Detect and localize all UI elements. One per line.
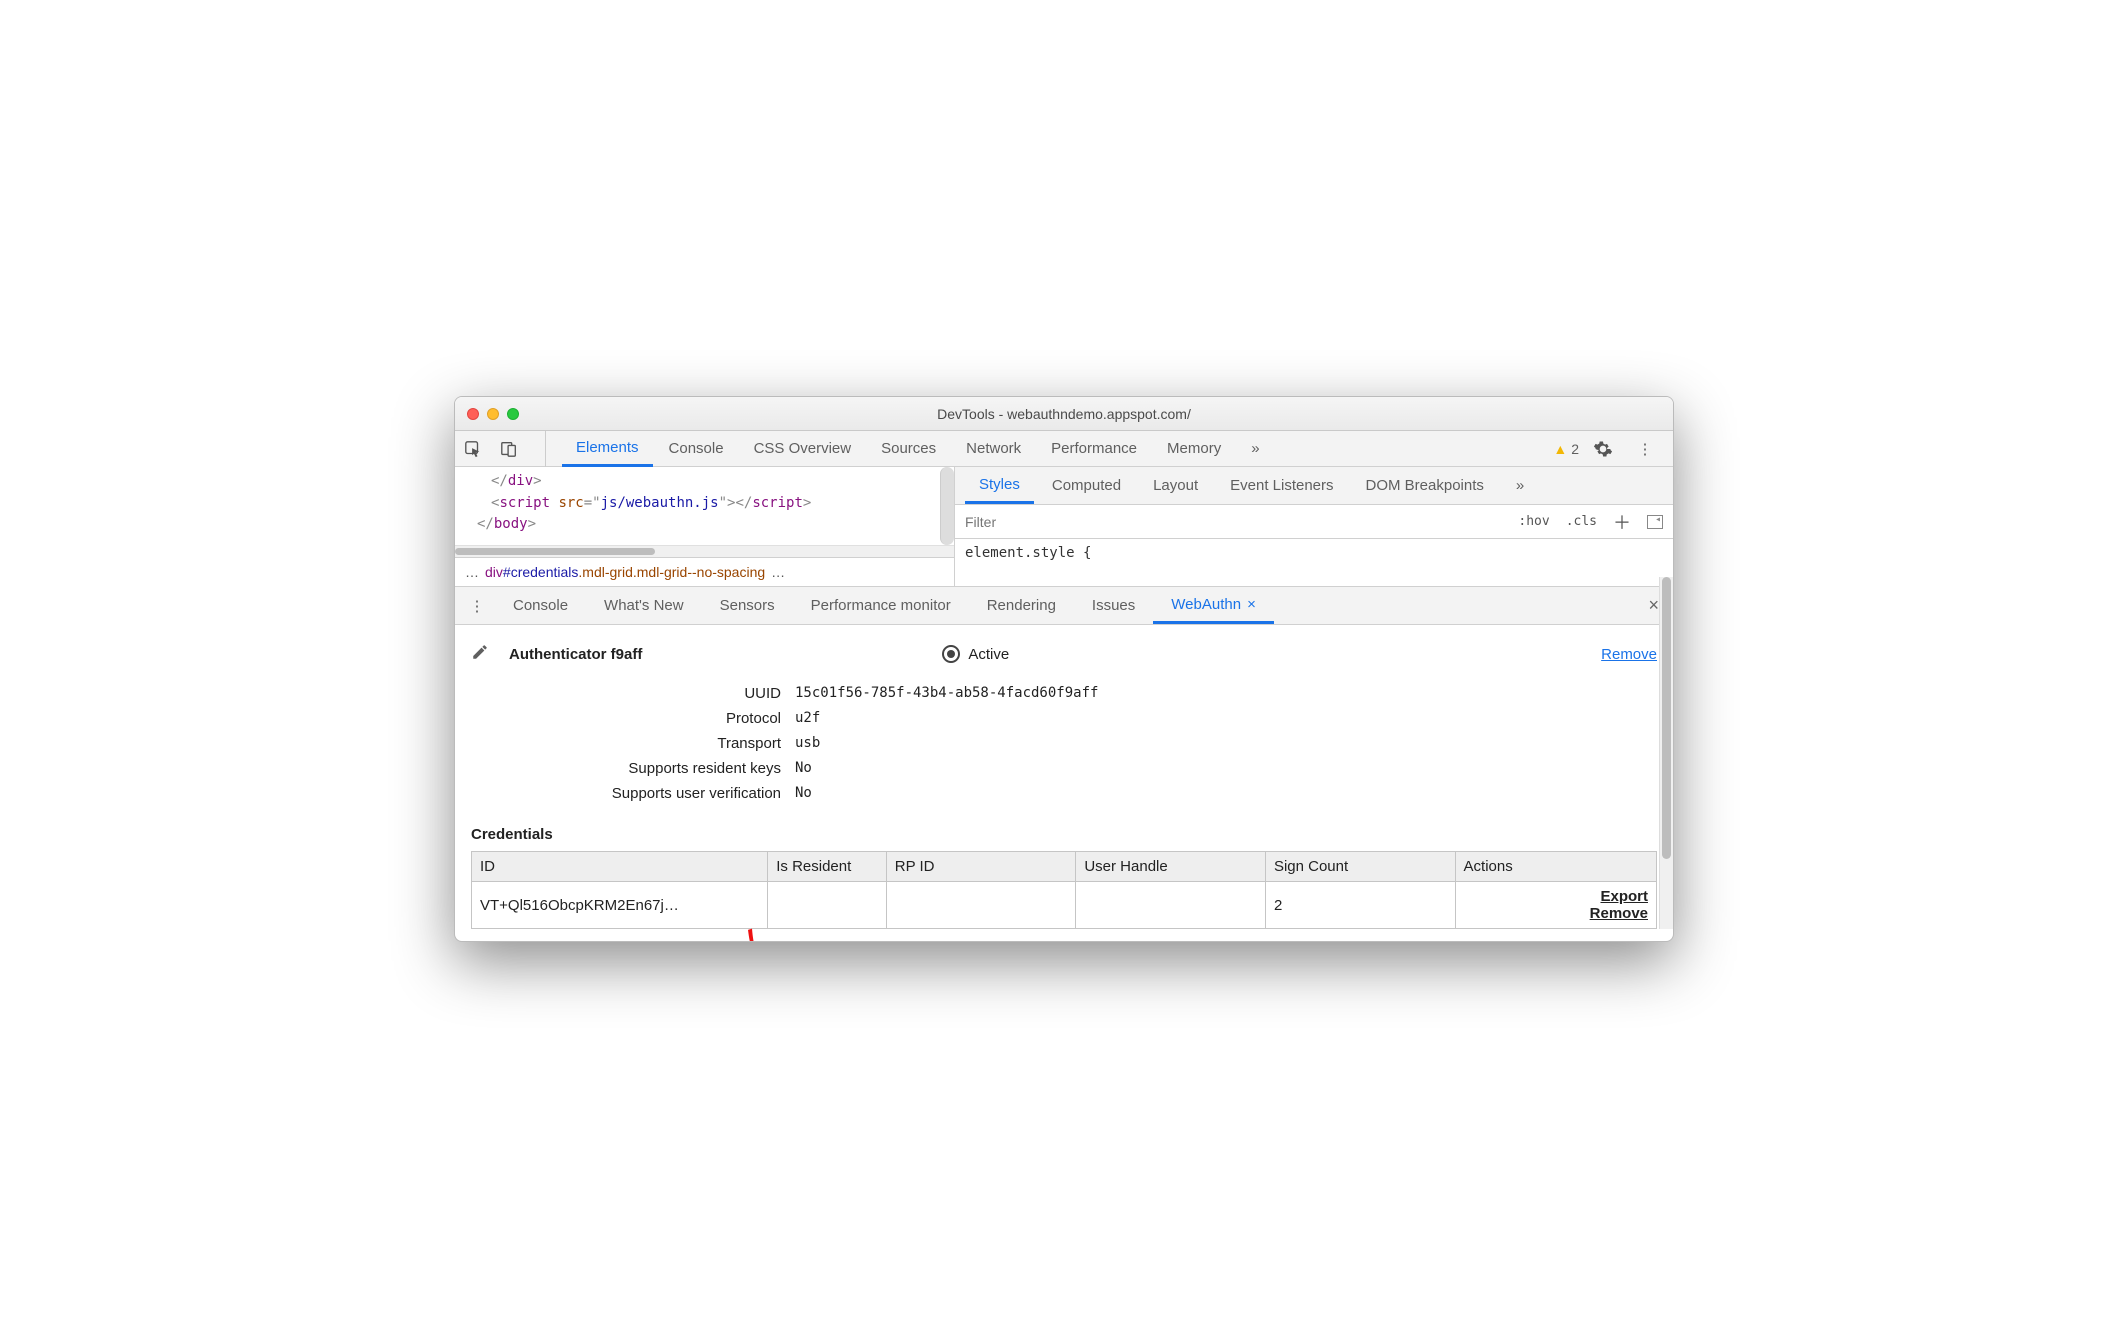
col-sign-count[interactable]: Sign Count	[1265, 852, 1455, 882]
elements-vscroll[interactable]	[940, 467, 954, 545]
styles-tabs-overflow[interactable]: »	[1502, 468, 1538, 504]
remove-authenticator-link[interactable]: Remove	[1601, 646, 1657, 663]
tab-css-overview[interactable]: CSS Overview	[740, 431, 866, 467]
styles-filter-row: :hov .cls ＋	[955, 505, 1673, 539]
tabs-overflow[interactable]: »	[1237, 431, 1273, 467]
transport-label: Transport	[551, 735, 781, 752]
warning-icon: ▲	[1553, 441, 1567, 457]
tab-memory[interactable]: Memory	[1153, 431, 1235, 467]
transport-value: usb	[795, 735, 820, 752]
cred-rp-id	[886, 882, 1076, 929]
tab-performance[interactable]: Performance	[1037, 431, 1151, 467]
drawer-tab-whats-new[interactable]: What's New	[586, 588, 702, 624]
panels-row: </div> <script src="js/webauthn.js"></sc…	[455, 467, 1673, 587]
cred-actions: Export Remove	[1455, 882, 1656, 929]
protocol-value: u2f	[795, 710, 820, 727]
authenticator-header: Authenticator f9aff Active Remove	[471, 643, 1657, 665]
styles-pane: Styles Computed Layout Event Listeners D…	[955, 467, 1673, 586]
main-tabs: Elements Console CSS Overview Sources Ne…	[545, 431, 1553, 467]
active-radio[interactable]: Active	[942, 645, 1009, 663]
element-style-rule[interactable]: element.style {	[955, 539, 1673, 567]
resident-label: Supports resident keys	[551, 760, 781, 777]
col-rp-id[interactable]: RP ID	[886, 852, 1076, 882]
hov-toggle[interactable]: :hov	[1518, 514, 1549, 529]
uuid-label: UUID	[551, 685, 781, 702]
webauthn-panel: Authenticator f9aff Active Remove UUID 15…	[455, 625, 1673, 941]
drawer-more-icon[interactable]: ⋮	[463, 592, 491, 620]
cred-id: VT+Ql516ObcpKRM2En67j…	[472, 882, 768, 929]
drawer-tabbar: ⋮ Console What's New Sensors Performance…	[455, 587, 1673, 625]
resident-value: No	[795, 760, 812, 777]
verify-label: Supports user verification	[551, 785, 781, 802]
main-tabbar: Elements Console CSS Overview Sources Ne…	[455, 431, 1673, 467]
elements-pane: </div> <script src="js/webauthn.js"></sc…	[455, 467, 955, 586]
col-actions[interactable]: Actions	[1455, 852, 1656, 882]
remove-link[interactable]: Remove	[1464, 905, 1648, 922]
window-title: DevTools - webauthndemo.appspot.com/	[455, 406, 1673, 422]
tab-console[interactable]: Console	[655, 431, 738, 467]
drawer-tab-webauthn[interactable]: WebAuthn ×	[1153, 588, 1274, 624]
verify-value: No	[795, 785, 812, 802]
devtools-window: DevTools - webauthndemo.appspot.com/ Ele…	[454, 396, 1674, 942]
col-id[interactable]: ID	[472, 852, 768, 882]
toolbar-right: ▲ 2 ⋮	[1553, 435, 1673, 463]
toggle-sidebar-icon[interactable]	[1647, 515, 1663, 529]
tab-elements[interactable]: Elements	[562, 431, 653, 467]
tab-sources[interactable]: Sources	[867, 431, 950, 467]
new-style-rule-icon[interactable]: ＋	[1613, 509, 1631, 535]
tab-computed[interactable]: Computed	[1038, 468, 1135, 504]
cred-sign-count: 2	[1265, 882, 1455, 929]
edit-icon[interactable]	[471, 643, 489, 665]
authenticator-name: Authenticator f9aff	[509, 646, 642, 663]
elements-hscroll[interactable]	[455, 545, 954, 557]
titlebar: DevTools - webauthndemo.appspot.com/	[455, 397, 1673, 431]
warnings-badge[interactable]: ▲ 2	[1553, 441, 1579, 457]
breadcrumb[interactable]: … div#credentials.mdl-grid.mdl-grid--no-…	[455, 557, 954, 586]
active-label: Active	[968, 646, 1009, 663]
cred-user-handle	[1076, 882, 1266, 929]
drawer-tab-rendering[interactable]: Rendering	[969, 588, 1074, 624]
breadcrumb-next[interactable]: …	[771, 564, 785, 580]
protocol-label: Protocol	[551, 710, 781, 727]
col-is-resident[interactable]: Is Resident	[768, 852, 887, 882]
tab-dom-breakpoints[interactable]: DOM Breakpoints	[1352, 468, 1498, 504]
radio-icon	[942, 645, 960, 663]
settings-icon[interactable]	[1589, 435, 1617, 463]
content-vscroll[interactable]	[1659, 577, 1673, 929]
more-menu-icon[interactable]: ⋮	[1631, 435, 1659, 463]
table-row: VT+Ql516ObcpKRM2En67j… 2 Export Remove	[472, 882, 1657, 929]
cls-toggle[interactable]: .cls	[1566, 514, 1597, 529]
styles-tabbar: Styles Computed Layout Event Listeners D…	[955, 467, 1673, 505]
credentials-table: ID Is Resident RP ID User Handle Sign Co…	[471, 851, 1657, 929]
device-toggle-icon[interactable]	[495, 435, 523, 463]
drawer-tab-issues[interactable]: Issues	[1074, 588, 1153, 624]
breadcrumb-prev[interactable]: …	[465, 564, 479, 580]
credentials-title: Credentials	[471, 826, 1657, 843]
annotation-arrow-icon	[733, 925, 789, 942]
drawer-tab-perf-monitor[interactable]: Performance monitor	[793, 588, 969, 624]
uuid-value: 15c01f56-785f-43b4-ab58-4facd60f9aff	[795, 685, 1098, 702]
styles-filter-input[interactable]	[955, 514, 1518, 530]
export-link[interactable]: Export	[1464, 888, 1648, 905]
table-header-row: ID Is Resident RP ID User Handle Sign Co…	[472, 852, 1657, 882]
warning-count: 2	[1571, 441, 1579, 457]
devtools-body: Elements Console CSS Overview Sources Ne…	[455, 431, 1673, 941]
col-user-handle[interactable]: User Handle	[1076, 852, 1266, 882]
cred-is-resident	[768, 882, 887, 929]
drawer-tab-console[interactable]: Console	[495, 588, 586, 624]
tab-styles[interactable]: Styles	[965, 468, 1034, 504]
drawer-tabs: Console What's New Sensors Performance m…	[495, 588, 1648, 624]
tab-network[interactable]: Network	[952, 431, 1035, 467]
close-tab-icon[interactable]: ×	[1247, 596, 1256, 613]
dom-tree[interactable]: </div> <script src="js/webauthn.js"></sc…	[455, 467, 954, 545]
tab-event-listeners[interactable]: Event Listeners	[1216, 468, 1347, 504]
inspect-element-icon[interactable]	[459, 435, 487, 463]
tab-layout[interactable]: Layout	[1139, 468, 1212, 504]
drawer-tab-sensors[interactable]: Sensors	[702, 588, 793, 624]
authenticator-props: UUID 15c01f56-785f-43b4-ab58-4facd60f9aff…	[551, 685, 1657, 802]
